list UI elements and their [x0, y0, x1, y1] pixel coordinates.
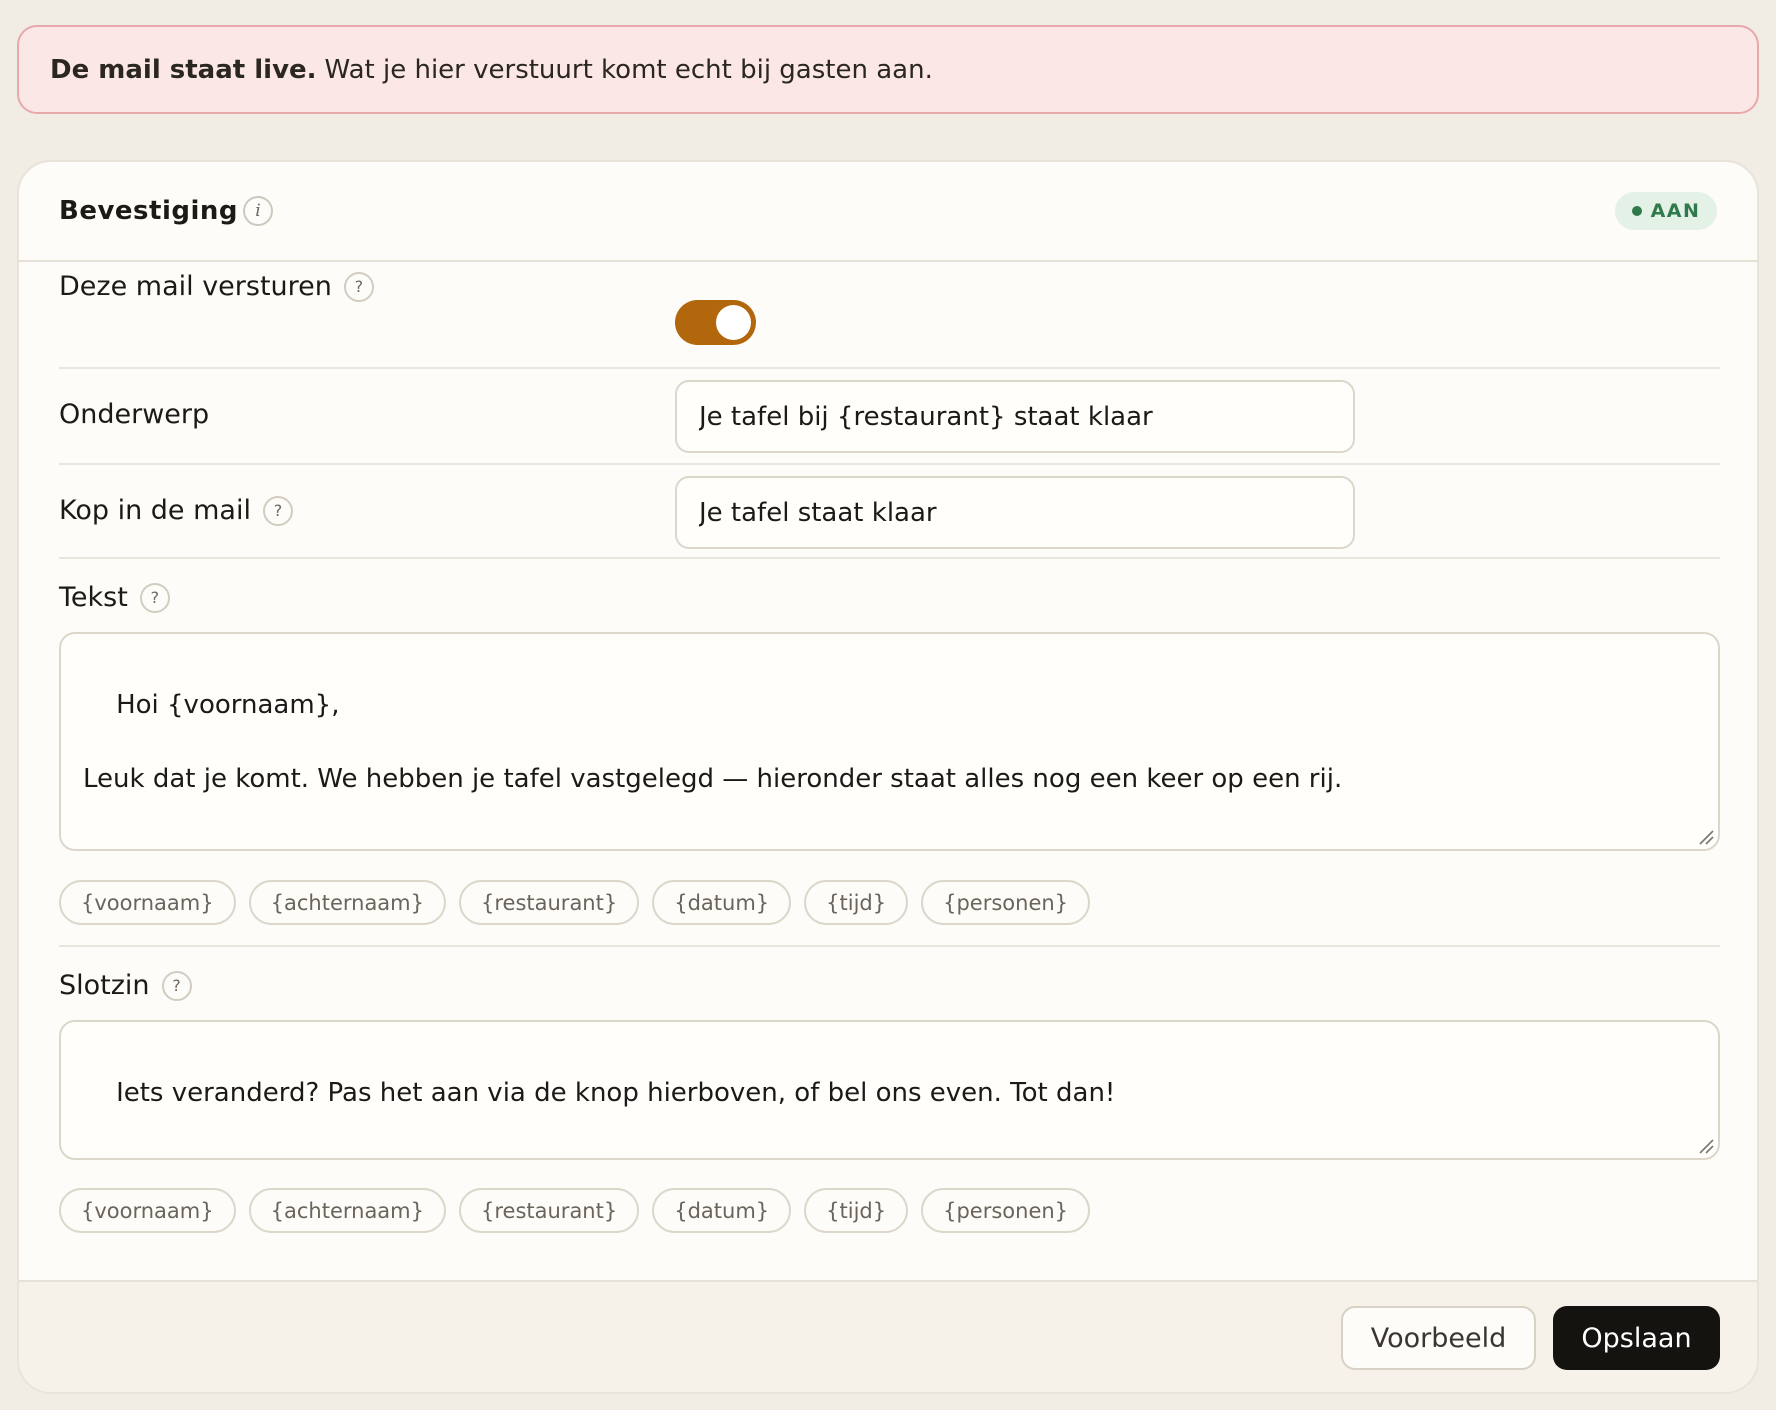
placeholder-chip-restaurant[interactable]: {restaurant}: [459, 880, 640, 925]
placeholder-chip-restaurant[interactable]: {restaurant}: [459, 1188, 640, 1233]
info-icon[interactable]: i: [243, 196, 273, 226]
resize-handle-icon[interactable]: [1698, 829, 1714, 845]
placeholder-chip-tijd[interactable]: {tijd}: [804, 1188, 909, 1233]
resize-handle-icon[interactable]: [1698, 1138, 1714, 1154]
placeholder-chip-achternaam[interactable]: {achternaam}: [248, 880, 446, 925]
send-mail-label: Deze mail versturen: [59, 271, 332, 302]
heading-label-row: Kop in de mail ?: [59, 493, 293, 528]
live-warning-banner: De mail staat live. Wat je hier verstuur…: [17, 25, 1759, 114]
closing-placeholder-chips: {voornaam} {achternaam} {restaurant} {da…: [59, 1188, 1091, 1233]
body-placeholder-chips: {voornaam} {achternaam} {restaurant} {da…: [59, 880, 1091, 925]
closing-label: Slotzin: [59, 970, 150, 1001]
placeholder-chip-datum[interactable]: {datum}: [652, 880, 792, 925]
placeholder-chip-tijd[interactable]: {tijd}: [804, 880, 909, 925]
placeholder-chip-achternaam[interactable]: {achternaam}: [248, 1188, 446, 1233]
placeholder-chip-datum[interactable]: {datum}: [652, 1188, 792, 1233]
email-settings-card: Bevestiging i AAN Deze mail versturen ? …: [17, 160, 1759, 1394]
divider: [59, 463, 1720, 465]
banner-strong-text: De mail staat live.: [50, 54, 317, 85]
placeholder-chip-personen[interactable]: {personen}: [921, 880, 1091, 925]
help-icon[interactable]: ?: [343, 271, 374, 302]
divider: [59, 945, 1720, 947]
closing-label-row: Slotzin ?: [59, 968, 192, 1003]
help-icon[interactable]: ?: [161, 970, 192, 1001]
placeholder-chip-voornaam[interactable]: {voornaam}: [59, 880, 236, 925]
toggle-knob: [716, 305, 751, 340]
status-dot-icon: [1631, 206, 1642, 216]
placeholder-chip-voornaam[interactable]: {voornaam}: [59, 1188, 236, 1233]
placeholder-chip-personen[interactable]: {personen}: [921, 1188, 1091, 1233]
send-mail-toggle[interactable]: [675, 300, 756, 345]
help-icon[interactable]: ?: [262, 495, 293, 526]
divider: [59, 557, 1720, 559]
banner-text: Wat je hier verstuurt komt echt bij gast…: [324, 54, 933, 85]
subject-label-row: Onderwerp: [59, 397, 209, 432]
body-label-row: Tekst ?: [59, 580, 170, 615]
status-label: AAN: [1650, 200, 1701, 222]
help-icon[interactable]: ?: [139, 582, 170, 613]
divider: [59, 367, 1720, 369]
save-button[interactable]: Opslaan: [1553, 1306, 1720, 1370]
closing-text: Iets veranderd? Pas het aan via de knop …: [116, 1078, 1116, 1108]
subject-label: Onderwerp: [59, 399, 210, 430]
heading-label: Kop in de mail: [59, 495, 251, 526]
subject-input[interactable]: [675, 380, 1355, 453]
card-footer: Voorbeeld Opslaan: [19, 1280, 1757, 1392]
preview-button[interactable]: Voorbeeld: [1341, 1306, 1536, 1370]
body-textarea[interactable]: Hoi {voornaam}, Leuk dat je komt. We heb…: [59, 632, 1720, 851]
send-mail-label-row: Deze mail versturen ?: [59, 269, 374, 304]
body-label: Tekst: [59, 582, 128, 613]
card-header: Bevestiging i AAN: [19, 162, 1757, 262]
card-title: Bevestiging: [59, 196, 238, 226]
status-badge: AAN: [1615, 192, 1717, 230]
closing-textarea[interactable]: Iets veranderd? Pas het aan via de knop …: [59, 1020, 1720, 1160]
body-text: Hoi {voornaam}, Leuk dat je komt. We heb…: [83, 690, 1343, 794]
heading-input[interactable]: [675, 476, 1355, 549]
